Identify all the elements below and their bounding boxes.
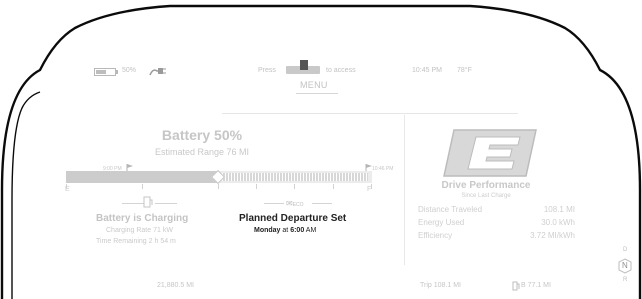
charger-icon: [143, 196, 153, 208]
trip-b-icon: [512, 281, 520, 291]
access-label: to access: [326, 67, 356, 74]
menu-label[interactable]: MENU: [300, 80, 328, 90]
efficiency-row: Efficiency 3.72 MI/kWh: [418, 231, 575, 240]
gear-neutral: N: [622, 261, 628, 270]
full-label: F: [367, 186, 372, 193]
row-value: 108.1 MI: [543, 205, 575, 214]
odometer: 21,880.5 MI: [157, 282, 194, 289]
plug-icon: [149, 68, 166, 76]
bar-tick: [218, 184, 219, 189]
charging-title: Battery is Charging: [96, 213, 189, 224]
e-logo-icon: [443, 129, 537, 177]
row-value: 30.0 kWh: [541, 218, 575, 227]
charge-end-time: 10:46 PM: [372, 166, 394, 172]
rule-left: [122, 203, 144, 204]
bar-tick: [256, 184, 257, 189]
time-remaining: Time Remaining 2 h 54 m: [96, 238, 176, 245]
charge-bar-fill: [66, 171, 218, 183]
energy-used-row: Energy Used 30.0 kWh: [418, 218, 575, 227]
departure-time: Monday at 6:00 AM: [254, 227, 317, 234]
rule-left: [264, 203, 284, 204]
battery-icon: [94, 68, 118, 76]
row-label: Efficiency: [418, 231, 453, 240]
planned-departure-title: Planned Departure Set: [239, 213, 347, 224]
bar-tick: [333, 184, 334, 189]
distance-traveled-row: Distance Traveled 108.1 MI: [418, 205, 575, 214]
battery-percent: 50%: [122, 67, 137, 74]
press-label: Press: [258, 67, 276, 74]
bar-tick: [294, 184, 295, 189]
row-label: Energy Used: [418, 218, 465, 227]
charging-rate: Charging Rate 71 kW: [106, 227, 173, 234]
estimated-range: Estimated Range 76 MI: [154, 147, 250, 157]
gear-drive: D: [623, 247, 628, 253]
trip-b: B 77.1 MI: [521, 282, 551, 289]
rule-right: [155, 203, 177, 204]
eco-icon: ✉ECO: [286, 199, 304, 208]
gear-neutral-indicator: N: [617, 258, 633, 274]
drive-performance-subtitle: Since Last Charge: [461, 193, 511, 199]
empty-label: E: [65, 186, 70, 193]
section-divider: [222, 113, 518, 114]
clock: 10:45 PM: [412, 67, 442, 74]
row-label: Distance Traveled: [418, 205, 483, 214]
outside-temperature: 78°F: [457, 67, 472, 74]
battery-title: Battery 50%: [161, 127, 243, 143]
charge-bar-scheduled: [222, 173, 368, 181]
trip-a: Trip 108.1 MI: [420, 282, 461, 289]
gear-reverse: R: [623, 277, 628, 283]
row-value: 3.72 MI/kWh: [530, 231, 575, 240]
flag-icon: [126, 164, 133, 171]
bar-tick: [142, 184, 143, 189]
charge-start-time: 9:00 PM: [103, 166, 122, 172]
menu-underline: [296, 93, 338, 94]
menu-button-icon: [286, 60, 320, 74]
rule-right: [312, 203, 332, 204]
drive-performance-title: Drive Performance: [441, 180, 531, 191]
panel-divider: [404, 115, 405, 265]
